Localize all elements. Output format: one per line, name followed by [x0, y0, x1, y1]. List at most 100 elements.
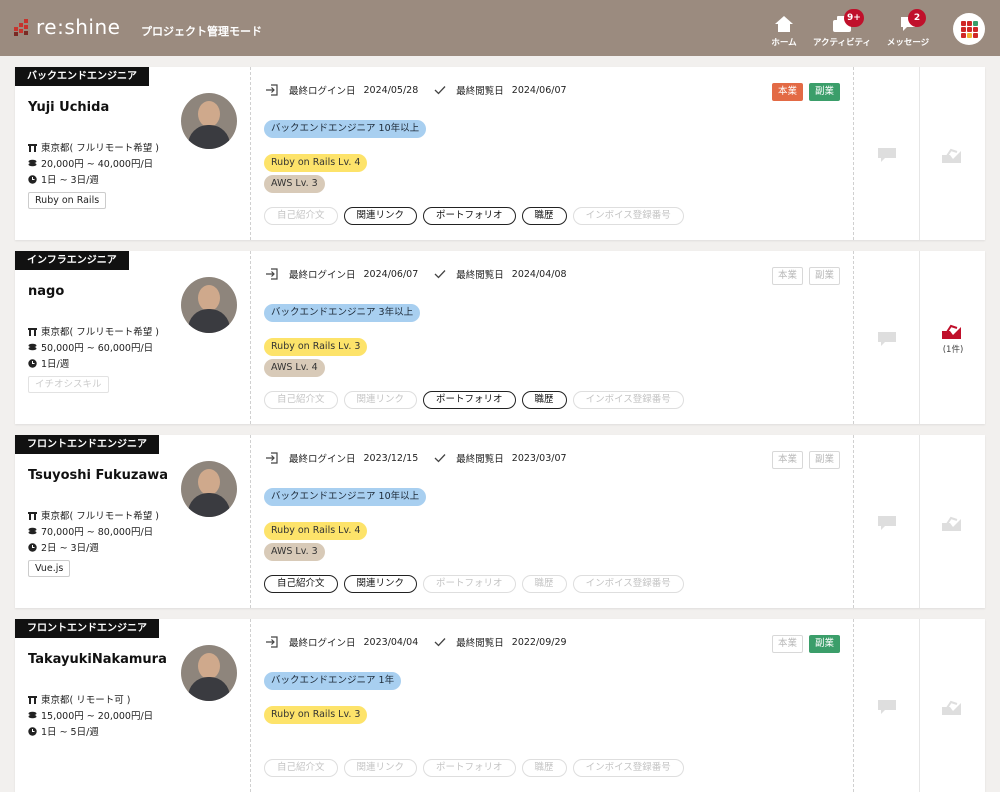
location-row: 東京都( フルリモート希望 )	[28, 324, 159, 338]
invoice-link[interactable]: インボイス登録番号	[572, 207, 684, 225]
portfolio-link[interactable]: ポートフォリオ	[423, 391, 516, 409]
invoice-link[interactable]: インボイス登録番号	[572, 759, 684, 777]
app-grid-button[interactable]	[953, 13, 985, 45]
candidate-card[interactable]: バックエンドエンジニア Yuji Uchida 東京都( フルリモート希望 ) …	[15, 67, 985, 240]
coins-icon	[28, 711, 37, 718]
skill-tag: Ruby on Rails Lv. 4	[264, 154, 368, 172]
chat-icon[interactable]	[877, 331, 897, 347]
candidate-card[interactable]: フロントエンドエンジニア Tsuyoshi Fukuzawa 東京都( フルリモ…	[15, 435, 985, 608]
login-icon	[266, 268, 278, 280]
career-link[interactable]: 職歴	[521, 575, 567, 593]
candidate-name[interactable]: Tsuyoshi Fukuzawa	[28, 468, 168, 483]
last-login-label: 最終ログイン日	[289, 454, 356, 465]
invoice-link[interactable]: インボイス登録番号	[572, 575, 684, 593]
divider	[919, 67, 920, 240]
related-link[interactable]: 関連リンク	[343, 207, 418, 225]
days-row: 1日 ~ 5日/週	[28, 724, 99, 738]
profile-links: 自己紹介文 関連リンク ポートフォリオ 職歴 インボイス登録番号	[264, 759, 684, 777]
scout-icon[interactable]	[941, 699, 963, 717]
last-viewed-label: 最終閲覧日	[456, 638, 504, 649]
scout-count: (1件)	[942, 345, 964, 355]
coins-icon	[28, 527, 37, 534]
intro-link[interactable]: 自己紹介文	[264, 391, 338, 409]
days-text: 2日 ~ 3日/週	[41, 543, 99, 554]
candidate-card[interactable]: インフラエンジニア nago 東京都( フルリモート希望 ) 50,000円 ~…	[15, 251, 985, 424]
role-tag: フロントエンドエンジニア	[15, 619, 159, 638]
candidate-name[interactable]: TakayukiNakamura	[28, 652, 167, 667]
avatar[interactable]	[181, 645, 237, 701]
top-skill: Vue.js	[28, 560, 71, 577]
related-link[interactable]: 関連リンク	[343, 575, 418, 593]
last-login-date: 2024/05/28	[363, 84, 419, 96]
chat-icon[interactable]	[877, 147, 897, 163]
chat-icon[interactable]	[877, 699, 897, 715]
building-icon	[28, 143, 37, 152]
invoice-link[interactable]: インボイス登録番号	[572, 391, 684, 409]
coins-icon	[28, 159, 37, 166]
related-link[interactable]: 関連リンク	[343, 391, 418, 409]
activity-badge: 9+	[844, 9, 864, 27]
days-row: 1日 ~ 3日/週	[28, 172, 99, 186]
avatar[interactable]	[181, 461, 237, 517]
clock-icon	[28, 174, 37, 184]
scout-icon[interactable]	[941, 147, 963, 165]
nav-message-label: メッセージ	[886, 38, 930, 48]
clock-icon	[28, 542, 37, 552]
candidate-card[interactable]: フロントエンドエンジニア TakayukiNakamura 東京都( リモート可…	[15, 619, 985, 792]
location-row: 東京都( フルリモート希望 )	[28, 508, 159, 522]
home-icon	[775, 16, 793, 32]
login-icon	[266, 452, 278, 464]
career-link[interactable]: 職歴	[521, 207, 567, 225]
last-login-label: 最終ログイン日	[289, 270, 356, 281]
login-icon	[266, 84, 278, 96]
building-icon	[28, 327, 37, 336]
nav-home[interactable]: ホーム	[754, 14, 814, 48]
experience-tag: バックエンドエンジニア 1年	[264, 672, 402, 690]
scout-icon[interactable]	[941, 323, 963, 341]
intro-link[interactable]: 自己紹介文	[264, 575, 338, 593]
experience-tag: バックエンドエンジニア 10年以上	[264, 120, 427, 138]
intro-link[interactable]: 自己紹介文	[264, 759, 338, 777]
nav-activity[interactable]: アクティビティ 9+	[812, 9, 872, 48]
rate-row: 15,000円 ~ 20,000円/日	[28, 708, 153, 722]
candidate-name[interactable]: nago	[28, 284, 64, 299]
check-icon	[434, 270, 446, 279]
location-text: 東京都( フルリモート希望 )	[41, 327, 159, 338]
building-icon	[28, 511, 37, 520]
last-viewed-date: 2022/09/29	[511, 636, 567, 648]
skill-tag: Ruby on Rails Lv. 4	[264, 522, 368, 540]
clock-icon	[28, 726, 37, 736]
location-text: 東京都( フルリモート希望 )	[41, 511, 159, 522]
divider	[853, 251, 854, 424]
login-row: 最終ログイン日 2023/04/04 最終閲覧日 2022/09/29	[265, 635, 567, 649]
avatar[interactable]	[181, 277, 237, 333]
check-icon	[434, 638, 446, 647]
last-login-date: 2023/04/04	[363, 636, 419, 648]
divider	[919, 251, 920, 424]
portfolio-link[interactable]: ポートフォリオ	[423, 575, 516, 593]
check-icon	[434, 86, 446, 95]
divider	[853, 435, 854, 608]
top-skill: Ruby on Rails	[28, 192, 107, 209]
related-link[interactable]: 関連リンク	[343, 759, 418, 777]
portfolio-link[interactable]: ポートフォリオ	[423, 759, 516, 777]
rate-text: 20,000円 ~ 40,000円/日	[41, 159, 154, 170]
last-viewed-label: 最終閲覧日	[456, 270, 504, 281]
career-link[interactable]: 職歴	[521, 759, 567, 777]
divider	[250, 435, 251, 608]
days-text: 1日 ~ 3日/週	[41, 175, 99, 186]
intro-link[interactable]: 自己紹介文	[264, 207, 338, 225]
career-link[interactable]: 職歴	[521, 391, 567, 409]
days-row: 1日/週	[28, 356, 69, 370]
nav-message[interactable]: メッセージ 2	[878, 9, 938, 48]
last-viewed-date: 2024/04/08	[511, 268, 567, 280]
location-text: 東京都( リモート可 )	[41, 695, 131, 706]
avatar[interactable]	[181, 93, 237, 149]
chat-icon[interactable]	[877, 515, 897, 531]
check-icon	[434, 454, 446, 463]
scout-icon[interactable]	[941, 515, 963, 533]
reshine-logo[interactable]: re:shine	[14, 17, 120, 37]
candidate-name[interactable]: Yuji Uchida	[28, 100, 109, 115]
portfolio-link[interactable]: ポートフォリオ	[423, 207, 516, 225]
last-login-date: 2024/06/07	[363, 268, 419, 280]
